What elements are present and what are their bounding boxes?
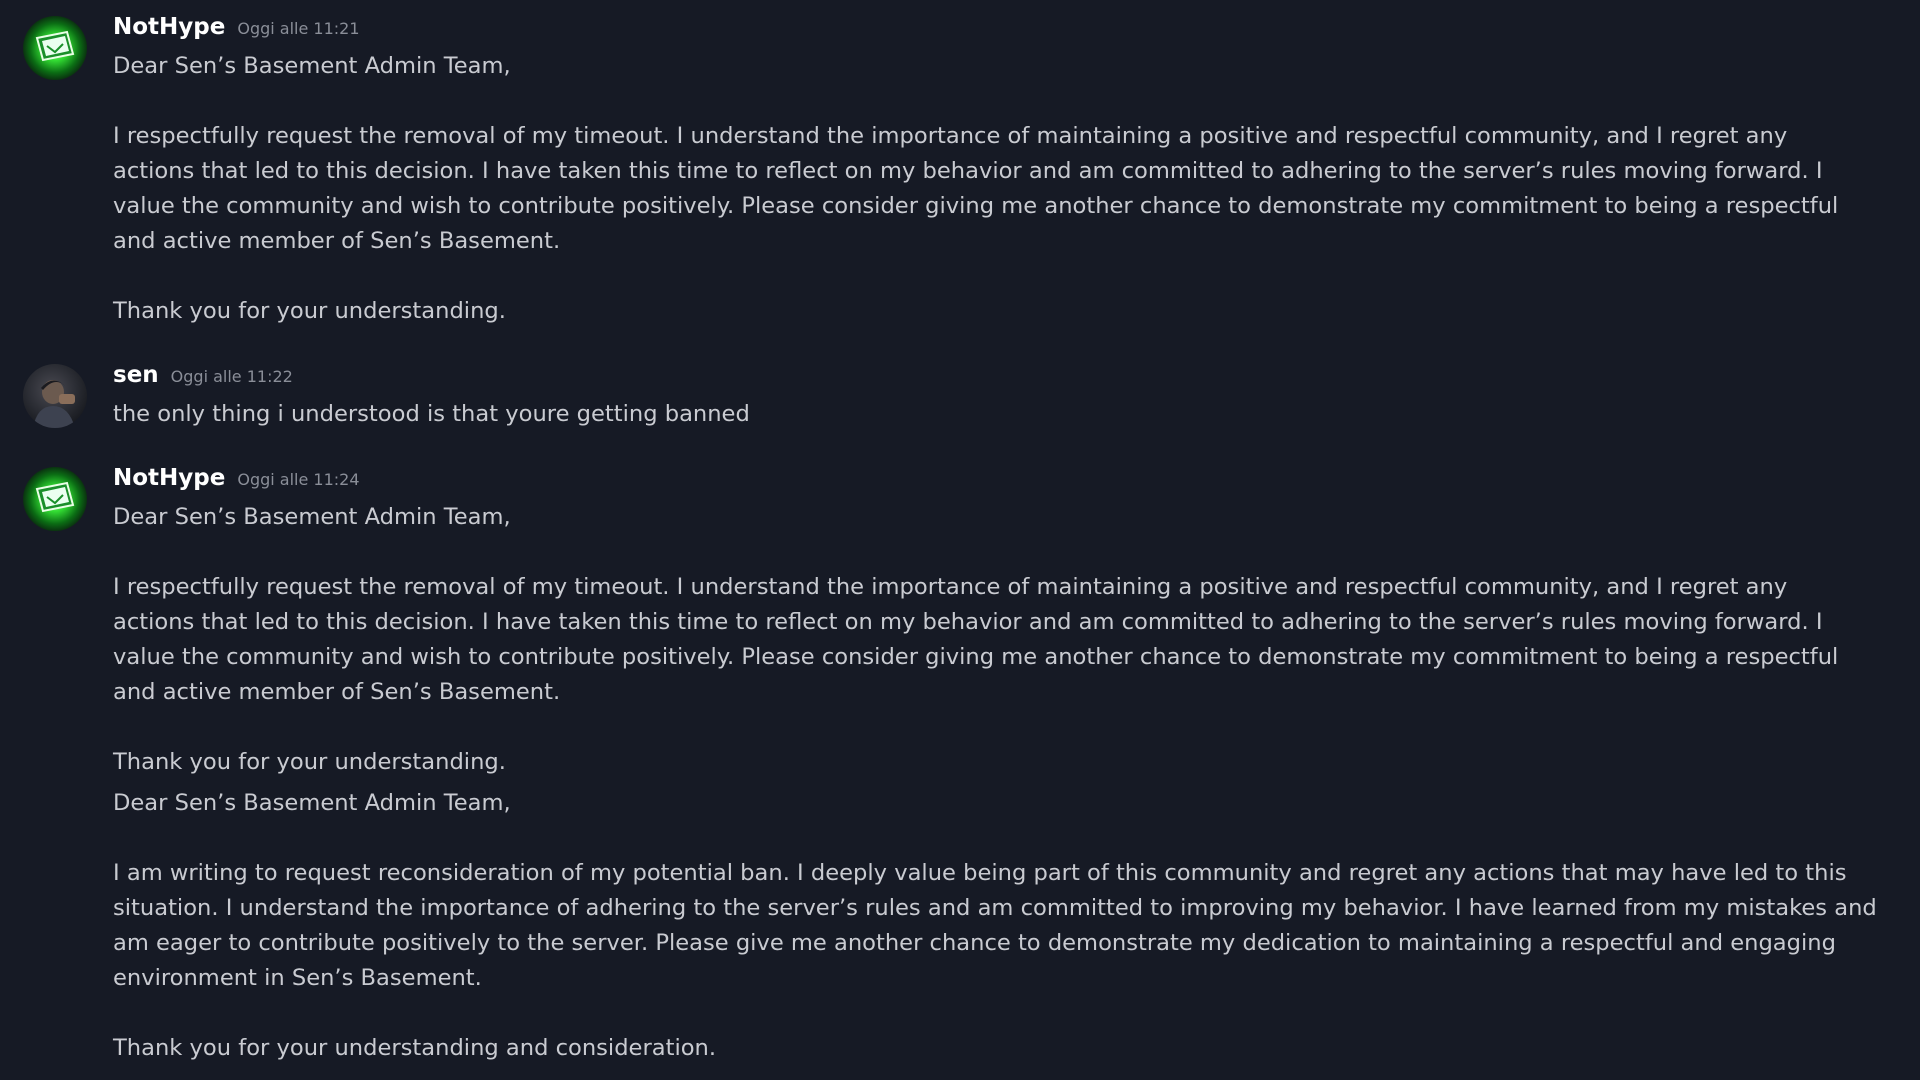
message-line: I respectfully request the removal of my… — [113, 123, 1788, 149]
message-author[interactable]: NotHype — [113, 14, 225, 40]
message-line: and active member of Sen’s Basement. — [113, 679, 561, 705]
avatar-sen[interactable] — [23, 364, 87, 428]
message-line: actions that led to this decision. I hav… — [113, 609, 1823, 635]
message-line: Thank you for your understanding. — [113, 298, 506, 324]
message-author[interactable]: sen — [113, 362, 159, 388]
green-glowing-computer-avatar-icon — [23, 467, 87, 531]
message-line: I respectfully request the removal of my… — [113, 574, 1788, 600]
message-line: the only thing i understood is that your… — [113, 401, 750, 427]
message-line: Thank you for your understanding. — [113, 749, 506, 775]
message-line: am eager to contribute positively to the… — [113, 930, 1836, 956]
message-content: the only thing i understood is that your… — [113, 397, 1913, 432]
message-author[interactable]: NotHype — [113, 465, 225, 491]
message-line: Dear Sen’s Basement Admin Team, — [113, 504, 511, 530]
message-content: Dear Sen’s Basement Admin Team, I respec… — [113, 49, 1913, 329]
message-line: and active member of Sen’s Basement. — [113, 228, 561, 254]
message-line: value the community and wish to contribu… — [113, 644, 1839, 670]
message-line: value the community and wish to contribu… — [113, 193, 1839, 219]
avatar-nothype[interactable] — [23, 467, 87, 531]
person-photo-avatar-icon — [23, 364, 87, 428]
message-line: Dear Sen’s Basement Admin Team, — [113, 53, 511, 79]
avatar-nothype[interactable] — [23, 16, 87, 80]
message-content: Dear Sen’s Basement Admin Team, I respec… — [113, 500, 1913, 1066]
message-line: actions that led to this decision. I hav… — [113, 158, 1823, 184]
chat-message-list: NotHype Oggi alle 11:21 Dear Sen’s Basem… — [0, 0, 1920, 1080]
message-line: Thank you for your understanding and con… — [113, 1035, 717, 1061]
message-timestamp: Oggi alle 11:21 — [237, 19, 360, 38]
message-line: I am writing to request reconsideration … — [113, 860, 1847, 886]
message-timestamp: Oggi alle 11:24 — [237, 470, 360, 489]
message-timestamp: Oggi alle 11:22 — [170, 367, 293, 386]
message-line: situation. I understand the importance o… — [113, 895, 1877, 921]
message-line: Dear Sen’s Basement Admin Team, — [113, 790, 511, 816]
green-glowing-computer-avatar-icon — [23, 16, 87, 80]
message-line: environment in Sen’s Basement. — [113, 965, 482, 991]
